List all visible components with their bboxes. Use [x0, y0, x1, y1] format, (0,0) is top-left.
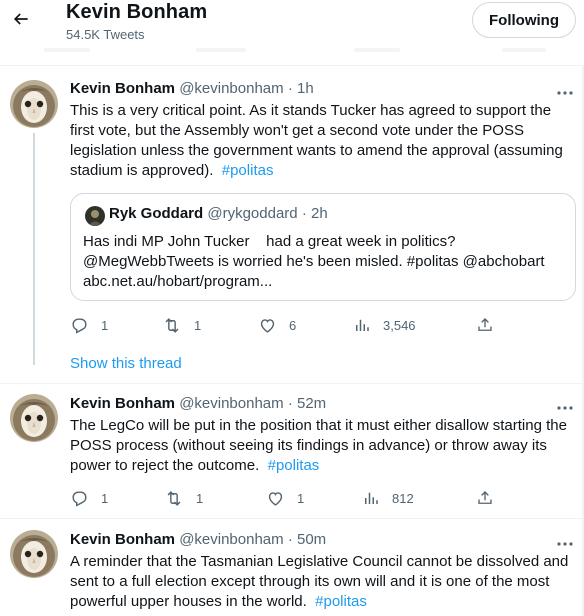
avatar[interactable] — [10, 80, 58, 128]
quoted-author-name: Ryk Goddard — [109, 205, 204, 222]
quoted-text: Has indi MP John Tucker had a great week… — [83, 232, 569, 292]
back-button[interactable] — [6, 6, 36, 36]
bar-chart-icon — [362, 489, 380, 507]
tweet[interactable]: Kevin Bonham @kevinbonham · 1h This is a… — [0, 67, 584, 383]
author-name[interactable]: Kevin Bonham — [70, 395, 175, 412]
tweet-header: Kevin Bonham @kevinbonham · 1h — [70, 80, 314, 97]
more-dots-icon — [557, 397, 573, 415]
view-count: 812 — [392, 490, 414, 506]
reply-bubble-icon — [70, 489, 89, 508]
quoted-tweet[interactable]: Ryk Goddard @rykgoddard · 2h Has indi MP… — [70, 193, 576, 301]
hashtag-link[interactable]: #politas — [222, 162, 274, 179]
like-button[interactable]: 1 — [266, 487, 304, 509]
more-button[interactable] — [554, 534, 576, 550]
tweet[interactable]: Kevin Bonham @kevinbonham · 52m The LegC… — [0, 384, 584, 518]
views-button[interactable]: 3,546 — [353, 314, 416, 336]
tweet-time[interactable]: · 50m — [288, 531, 326, 548]
tweet-count: 54.5K Tweets — [66, 27, 145, 42]
tweet-time[interactable]: · 52m — [288, 395, 326, 412]
tweet-text: This is a very critical point. As it sta… — [70, 101, 578, 181]
arrow-left-icon — [11, 9, 31, 34]
like-count: 1 — [297, 490, 305, 506]
bar-chart-icon — [353, 316, 371, 334]
like-button[interactable]: 6 — [258, 314, 296, 336]
quoted-author-handle: @rykgoddard — [207, 205, 298, 222]
tweet-body: This is a very critical point. As it sta… — [70, 102, 563, 179]
view-count: 3,546 — [383, 317, 416, 333]
more-dots-icon — [557, 533, 573, 551]
reply-bubble-icon — [70, 316, 89, 335]
retweet-icon — [164, 489, 184, 508]
thread-line — [33, 133, 35, 365]
quoted-line: @MegWebbTweets is worried he's been misl… — [83, 253, 545, 270]
tweet-time[interactable]: · 1h — [288, 80, 314, 97]
retweet-button[interactable]: 1 — [164, 487, 203, 509]
following-button[interactable]: Following — [472, 2, 576, 38]
tweet-text: A reminder that the Tasmanian Legislativ… — [70, 552, 578, 612]
like-count: 6 — [289, 317, 297, 333]
retweet-count: 1 — [194, 317, 202, 333]
views-button[interactable]: 812 — [362, 487, 414, 509]
quoted-header: Ryk Goddard @rykgoddard · 2h — [109, 205, 328, 222]
quoted-time: · 2h — [301, 205, 328, 222]
more-button[interactable] — [554, 398, 576, 414]
author-name[interactable]: Kevin Bonham — [70, 531, 175, 548]
share-button[interactable] — [476, 487, 494, 509]
tweet-text: The LegCo will be put in the position th… — [70, 416, 578, 476]
show-thread-link[interactable]: Show this thread — [70, 355, 182, 372]
more-dots-icon — [557, 82, 573, 100]
tab-strip-faded — [0, 42, 584, 66]
retweet-count: 1 — [196, 490, 204, 506]
profile-header: Kevin Bonham 54.5K Tweets Following — [0, 0, 584, 66]
tweet-actions: 1 1 1 812 — [70, 487, 500, 509]
author-handle[interactable]: @kevinbonham — [179, 531, 283, 548]
retweet-icon — [162, 316, 182, 335]
heart-icon — [266, 489, 285, 508]
author-handle[interactable]: @kevinbonham — [179, 80, 283, 97]
profile-name: Kevin Bonham — [66, 1, 208, 23]
tweet-actions: 1 1 6 3,546 — [70, 314, 500, 336]
author-name[interactable]: Kevin Bonham — [70, 80, 175, 97]
avatar[interactable] — [10, 394, 58, 442]
reply-button[interactable]: 1 — [70, 487, 108, 509]
quoted-link[interactable]: abc.net.au/hobart/program... — [83, 272, 569, 292]
quoted-avatar — [85, 206, 105, 226]
quoted-line: Has indi MP John Tucker had a great week… — [83, 233, 456, 250]
reply-count: 1 — [101, 317, 109, 333]
reply-button[interactable]: 1 — [70, 314, 108, 336]
more-button[interactable] — [554, 83, 576, 99]
reply-count: 1 — [101, 490, 109, 506]
retweet-button[interactable]: 1 — [162, 314, 201, 336]
avatar[interactable] — [10, 530, 58, 578]
share-button[interactable] — [476, 314, 494, 336]
tweet[interactable]: Kevin Bonham @kevinbonham · 50m A remind… — [0, 519, 584, 616]
hashtag-link[interactable]: #politas — [268, 457, 320, 474]
share-upload-icon — [476, 489, 494, 507]
author-handle[interactable]: @kevinbonham — [179, 395, 283, 412]
tweet-header: Kevin Bonham @kevinbonham · 50m — [70, 531, 326, 548]
share-upload-icon — [476, 316, 494, 334]
heart-icon — [258, 316, 277, 335]
hashtag-link[interactable]: #politas — [315, 593, 367, 610]
tweet-header: Kevin Bonham @kevinbonham · 52m — [70, 395, 326, 412]
